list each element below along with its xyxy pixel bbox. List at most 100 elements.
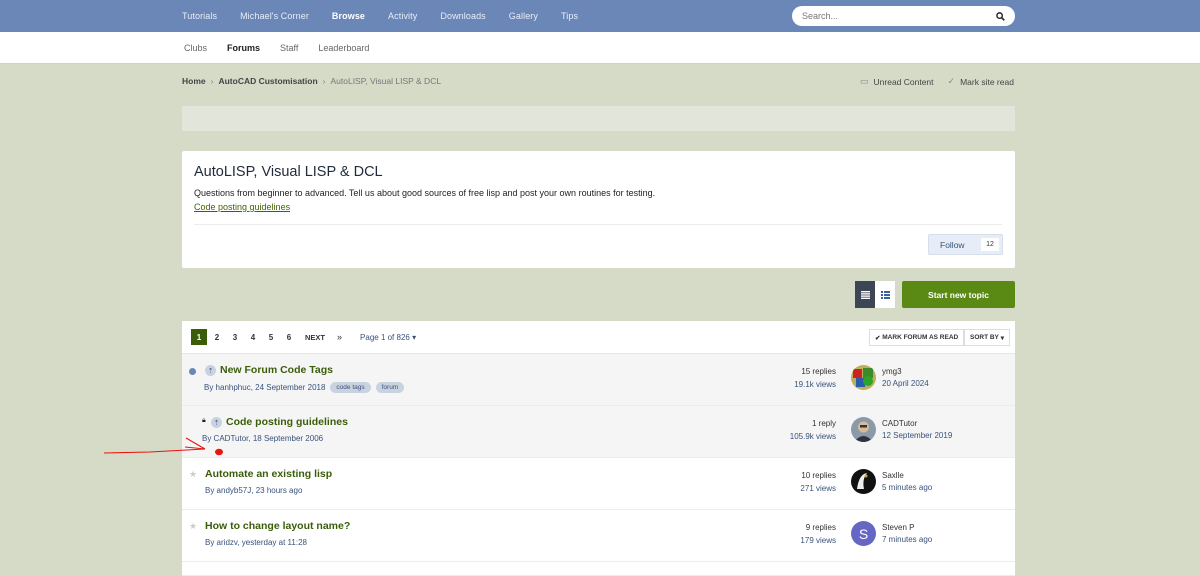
last-page-button[interactable]: »	[337, 332, 342, 342]
avatar[interactable]: S	[851, 521, 876, 546]
follow-count: 12	[981, 238, 999, 251]
view-count: 105.9k views	[789, 432, 836, 441]
avatar[interactable]	[851, 417, 876, 442]
reply-count: 15 replies	[801, 367, 836, 376]
reply-count: 1 reply	[811, 419, 836, 428]
page-5[interactable]: 5	[263, 329, 279, 345]
page-6[interactable]: 6	[281, 329, 297, 345]
forum-header: AutoLISP, Visual LISP & DCL Questions fr…	[182, 151, 1015, 268]
subnav-staff[interactable]: Staff	[280, 43, 298, 53]
chevron-right-icon: ›	[210, 76, 214, 86]
star-icon[interactable]: ★	[189, 469, 197, 480]
page-of-label: Page 1 of 826	[360, 332, 410, 342]
breadcrumb-actions: ▭ Unread Content ✓ Mark site read	[860, 76, 1014, 87]
page-jump-dropdown[interactable]: Page 1 of 826 ▾	[360, 333, 416, 342]
breadcrumb: Home › AutoCAD Customisation › AutoLISP,…	[182, 76, 441, 86]
nav-tips[interactable]: Tips	[561, 11, 578, 21]
follow-label: Follow	[940, 239, 965, 250]
pinned-icon: ⇡	[205, 365, 216, 376]
breadcrumb-current: AutoLISP, Visual LISP & DCL	[330, 76, 442, 86]
topic-row	[182, 562, 1015, 576]
code-guidelines-link[interactable]: Code posting guidelines	[194, 202, 290, 212]
primary-nav: Tutorials Michael's Corner Browse Activi…	[182, 0, 601, 32]
last-post-date[interactable]: 20 April 2024	[882, 379, 929, 388]
forum-title: AutoLISP, Visual LISP & DCL	[194, 164, 383, 180]
unread-content-link[interactable]: Unread Content	[874, 77, 934, 87]
nav-michaels-corner[interactable]: Michael's Corner	[240, 11, 309, 21]
avatar[interactable]	[851, 469, 876, 494]
pagination: 1 2 3 4 5 6 NEXT » Page 1 of 826 ▾	[191, 329, 416, 345]
topic-title[interactable]: How to change layout name?	[205, 520, 350, 532]
subnav-forums[interactable]: Forums	[227, 43, 260, 53]
pinned-icon: ⇡	[211, 417, 222, 428]
last-post-date[interactable]: 5 minutes ago	[882, 483, 932, 492]
checkmark-icon: ✔	[875, 334, 883, 342]
topic-author-date[interactable]: By CADTutor, 18 September 2006	[202, 434, 323, 443]
nav-browse[interactable]: Browse	[332, 11, 365, 21]
topic-row: ★ Automate an existing lisp By andyb57J,…	[182, 458, 1015, 510]
view-count: 19.1k views	[794, 380, 836, 389]
topic-row: ⇡ New Forum Code Tags By hanhphuc, 24 Se…	[182, 354, 1015, 406]
mark-site-read-link[interactable]: Mark site read	[960, 77, 1014, 87]
sort-by-dropdown[interactable]: SORT BY ▾	[964, 329, 1010, 346]
subnav-clubs[interactable]: Clubs	[184, 43, 207, 53]
pagination-bar: 1 2 3 4 5 6 NEXT » Page 1 of 826 ▾ ✔ MAR…	[182, 321, 1015, 354]
topic-stats: 10 replies 271 views	[800, 471, 836, 493]
last-poster[interactable]: Saxlle	[882, 471, 904, 480]
caret-down-icon: ▾	[998, 334, 1004, 342]
nav-downloads[interactable]: Downloads	[440, 11, 485, 21]
nav-tutorials[interactable]: Tutorials	[182, 11, 217, 21]
topic-title[interactable]: New Forum Code Tags	[220, 364, 333, 376]
mark-forum-read-button[interactable]: ✔ MARK FORUM AS READ	[869, 329, 965, 346]
avatar[interactable]	[851, 365, 876, 390]
topic-meta: By hanhphuc, 24 September 2018 code tags…	[204, 382, 405, 393]
search-icon[interactable]	[996, 11, 1005, 21]
topic-author-date[interactable]: By andyb57J, 23 hours ago	[205, 486, 302, 495]
reply-count: 9 replies	[805, 523, 836, 532]
list-view-toggle[interactable]	[855, 281, 875, 308]
search-box	[792, 6, 1015, 26]
view-count: 179 views	[800, 536, 836, 545]
page-1[interactable]: 1	[191, 329, 207, 345]
topic-title[interactable]: Automate an existing lisp	[205, 468, 332, 480]
search-input[interactable]	[802, 11, 996, 21]
star-icon[interactable]: ★	[189, 521, 197, 532]
divider	[194, 224, 1002, 225]
page-3[interactable]: 3	[227, 329, 243, 345]
topic-author-date[interactable]: By aridzv, yesterday at 11:28	[205, 538, 307, 547]
breadcrumb-section[interactable]: AutoCAD Customisation	[218, 76, 317, 86]
breadcrumb-home[interactable]: Home	[182, 76, 206, 86]
page-4[interactable]: 4	[245, 329, 261, 345]
topic-title[interactable]: Code posting guidelines	[226, 416, 348, 428]
nav-activity[interactable]: Activity	[388, 11, 417, 21]
topic-author-date[interactable]: By hanhphuc, 24 September 2018	[204, 383, 325, 392]
ad-strip	[182, 106, 1015, 131]
mark-forum-read-label: MARK FORUM AS READ	[882, 334, 959, 341]
last-poster[interactable]: Steven P	[882, 523, 914, 532]
nav-gallery[interactable]: Gallery	[509, 11, 538, 21]
topic-tag[interactable]: code tags	[330, 382, 371, 393]
topic-tag[interactable]: forum	[375, 382, 405, 393]
avatar-image	[851, 417, 876, 442]
topic-meta: By CADTutor, 18 September 2006	[202, 434, 323, 443]
list-view-icon	[860, 290, 870, 299]
view-count: 271 views	[800, 484, 836, 493]
lock-icon: 🔒︎	[202, 417, 206, 424]
subnav-leaderboard[interactable]: Leaderboard	[318, 43, 369, 53]
follow-button[interactable]: Follow 12	[928, 234, 1003, 255]
topic-stats: 9 replies 179 views	[800, 523, 836, 545]
start-new-topic-button[interactable]: Start new topic	[902, 281, 1015, 308]
last-poster[interactable]: ymg3	[882, 367, 902, 376]
last-poster[interactable]: CADTutor	[882, 419, 917, 428]
unread-dot-icon[interactable]	[189, 368, 196, 375]
caret-down-icon: ▾	[412, 332, 417, 342]
snippet-view-icon	[880, 290, 890, 299]
last-post-date[interactable]: 7 minutes ago	[882, 535, 932, 544]
snippet-view-toggle[interactable]	[875, 281, 895, 308]
secondary-nav-bar: Clubs Forums Staff Leaderboard	[0, 32, 1200, 64]
last-post-date[interactable]: 12 September 2019	[882, 431, 952, 440]
forum-description: Questions from beginner to advanced. Tel…	[194, 188, 656, 198]
next-page-button[interactable]: NEXT	[305, 333, 325, 342]
topic-row: ★ How to change layout name? By aridzv, …	[182, 510, 1015, 562]
page-2[interactable]: 2	[209, 329, 225, 345]
